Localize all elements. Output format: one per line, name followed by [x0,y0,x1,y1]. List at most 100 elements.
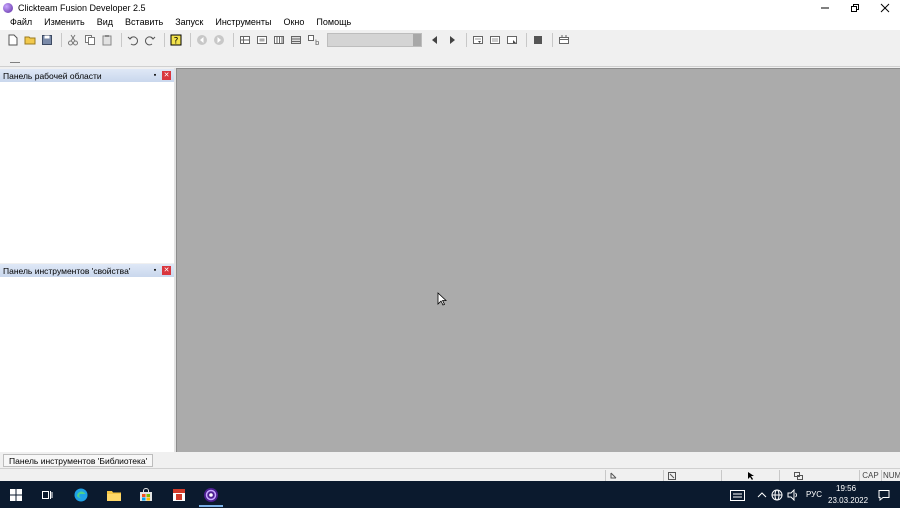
redo-icon [145,36,156,46]
save-icon [42,35,52,45]
toolbar-separator [164,33,165,47]
back-button[interactable] [195,33,209,47]
stop-icon [534,36,542,44]
clickteam-fusion-icon [204,488,218,502]
event-editor-button[interactable] [272,33,286,47]
close-icon[interactable]: ✕ [162,266,171,275]
close-button[interactable] [870,0,900,15]
event-list-button[interactable] [289,33,303,47]
frame-editor-button[interactable] [255,33,269,47]
application-icon [173,489,185,501]
undo-icon [127,36,138,46]
folder-icon [107,491,121,501]
toolbar-separator [466,33,467,47]
run-frame-button[interactable] [488,33,502,47]
forward-button[interactable] [212,33,226,47]
redo-button[interactable] [143,33,157,47]
window-title: Clickteam Fusion Developer 2.5 [18,2,146,13]
title-bar: Clickteam Fusion Developer 2.5 [0,0,900,15]
run-application-button[interactable] [471,33,485,47]
previous-frame-button[interactable] [428,33,442,47]
taskbar-app-red[interactable] [171,487,187,503]
menu-insert[interactable]: Вставить [119,15,169,30]
next-frame-button[interactable] [445,33,459,47]
touch-keyboard-button[interactable] [729,487,745,503]
workspace-panel-header: Панель рабочей области ▪ ✕ [0,69,174,82]
secondary-toolbar [0,50,900,67]
forward-icon [214,35,224,45]
main-toolbar: ? b [0,30,900,50]
arrow-icon [610,472,617,478]
menu-edit[interactable]: Изменить [38,15,91,30]
task-view-icon [42,491,53,499]
menu-run[interactable]: Запуск [169,15,209,30]
toolbar-separator [121,33,122,47]
debugger-button[interactable] [557,33,571,47]
clock-date[interactable]: 23.03.2022 [828,496,868,505]
start-button[interactable] [8,487,24,503]
back-icon [197,35,207,45]
new-button[interactable] [6,33,20,47]
close-window-icon [880,3,890,12]
workspace-panel: Панель рабочей области ▪ ✕ [0,69,174,263]
menu-file[interactable]: Файл [4,15,38,30]
close-icon[interactable]: ✕ [162,71,171,80]
active-app-indicator [199,505,223,507]
frame-selector-combo[interactable] [327,33,422,47]
copy-icon [85,35,95,45]
paste-button[interactable] [100,33,114,47]
minimize-icon [821,7,829,8]
svg-text:?: ? [174,37,179,47]
undo-button[interactable] [126,33,140,47]
data-elements-button[interactable]: b [306,33,320,47]
window-controls [810,0,900,15]
pin-icon[interactable]: ▪ [151,266,159,275]
cut-button[interactable] [66,33,80,47]
restore-icon [851,3,859,12]
input-language[interactable]: РУС [806,490,822,499]
frame-editor-icon [257,36,267,44]
caps-lock-indicator: CAP [859,470,881,481]
notifications-button[interactable] [876,487,892,503]
menu-view[interactable]: Вид [91,15,119,30]
storyboard-button[interactable] [238,33,252,47]
edge-browser-icon [74,488,88,502]
volume-button[interactable] [785,487,801,503]
globe-icon [771,489,783,501]
show-hidden-icons-button[interactable] [754,487,770,503]
stop-button[interactable] [531,33,545,47]
open-button[interactable] [23,33,37,47]
menu-help[interactable]: Помощь [310,15,357,30]
new-file-icon [8,34,18,46]
editor-workarea[interactable] [176,68,900,452]
taskbar-clickteam-fusion[interactable] [203,487,219,503]
toolbar-separator [190,33,191,47]
task-view-button[interactable] [39,487,55,503]
library-panel-tab[interactable]: Панель инструментов 'Библиотека' [3,454,154,467]
taskbar-store[interactable] [138,487,154,503]
taskbar-edge[interactable] [73,487,89,503]
menu-window[interactable]: Окно [277,15,310,30]
status-cell-coordinates [605,470,663,481]
properties-panel-title: Панель инструментов 'свойства' [3,265,131,276]
save-button[interactable] [40,33,54,47]
data-elements-icon: b [308,35,319,46]
restore-button[interactable] [840,0,870,15]
taskbar-file-explorer[interactable] [106,487,122,503]
menu-tools[interactable]: Инструменты [209,15,277,30]
build-button[interactable] [505,33,519,47]
speaker-icon [787,489,797,501]
triangle-right-icon [450,36,455,44]
notification-icon [878,490,890,501]
workspace-panel-title: Панель рабочей области [3,70,102,81]
network-button[interactable] [769,487,785,503]
copy-button[interactable] [83,33,97,47]
toolbar-grip[interactable] [10,62,20,63]
debugger-icon [559,35,569,44]
storyboard-icon [240,36,250,44]
pin-icon[interactable]: ▪ [151,71,159,80]
minimize-button[interactable] [810,0,840,15]
help-button[interactable]: ? [169,33,183,47]
clock-time[interactable]: 19:56 [836,484,856,493]
build-icon [507,36,517,44]
